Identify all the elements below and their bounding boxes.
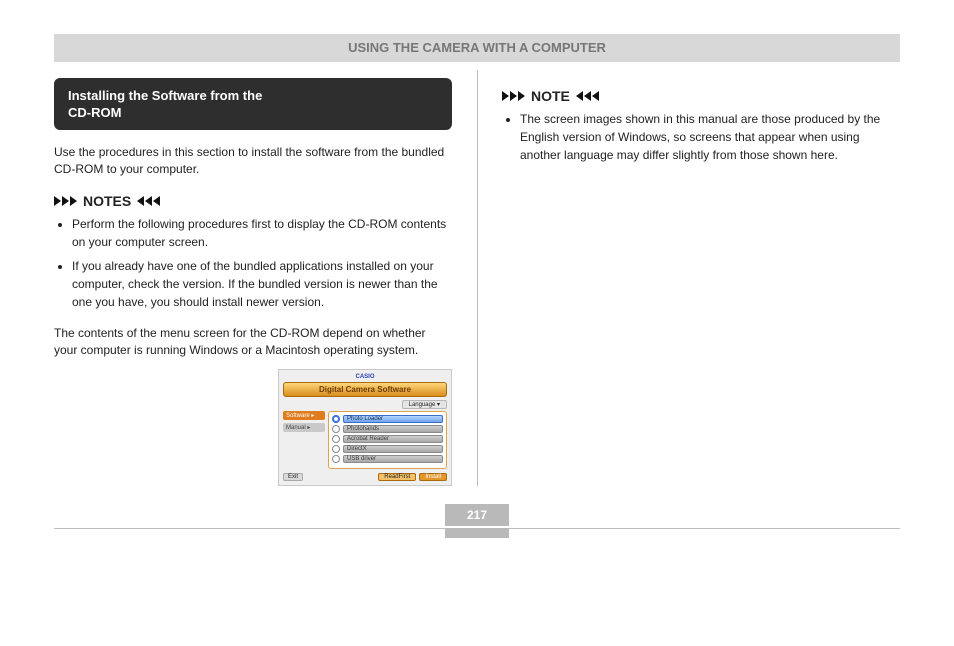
right-column: NOTE The screen images shown in this man… <box>502 62 900 486</box>
topic-title-line2: CD-ROM <box>68 105 438 122</box>
chevrons-left-icon <box>576 91 599 101</box>
list-item: USB driver <box>332 455 443 463</box>
exit-button: Exit <box>283 473 303 481</box>
radio-icon <box>332 415 340 423</box>
list-item-label: DirectX <box>343 445 443 453</box>
topic-title-box: Installing the Software from the CD-ROM <box>54 78 452 130</box>
sidebar-tab-manual: Manual ▸ <box>283 423 325 432</box>
installer-brand: CASIO <box>283 374 447 380</box>
notes-heading-label: NOTES <box>83 193 131 209</box>
list-item: Acrobat Reader <box>332 435 443 443</box>
list-item-label: Acrobat Reader <box>343 435 443 443</box>
sidebar-tab-software: Software ▸ <box>283 411 325 420</box>
radio-icon <box>332 425 340 433</box>
installer-window: CASIO Digital Camera Software Language ▾… <box>278 369 452 486</box>
list-item: DirectX <box>332 445 443 453</box>
list-item: Photo Loader <box>332 415 443 423</box>
installer-list: Photo Loader Photohands Acrobat Reader D… <box>328 411 447 469</box>
installer-sidebar: Software ▸ Manual ▸ <box>283 411 325 469</box>
installer-title: Digital Camera Software <box>283 382 447 397</box>
list-item: The screen images shown in this manual a… <box>520 110 900 164</box>
left-column: Installing the Software from the CD-ROM … <box>54 62 452 486</box>
readme-button: ReadFirst <box>378 473 416 481</box>
chevrons-right-icon <box>54 196 77 206</box>
notes-list: The screen images shown in this manual a… <box>520 110 900 164</box>
install-button: Install <box>419 473 447 481</box>
notes-heading-label: NOTE <box>531 88 570 104</box>
language-selector: Language ▾ <box>283 400 447 409</box>
installer-footer: Exit ReadFirst Install <box>283 473 447 481</box>
content-columns: Installing the Software from the CD-ROM … <box>54 62 900 486</box>
installer-body: Software ▸ Manual ▸ Photo Loader Photoha… <box>283 411 447 469</box>
installer-screenshot: CASIO Digital Camera Software Language ▾… <box>54 369 452 486</box>
sub-text: The contents of the menu screen for the … <box>54 325 452 360</box>
radio-icon <box>332 435 340 443</box>
chevrons-left-icon <box>137 196 160 206</box>
list-item: Perform the following procedures first t… <box>72 215 452 251</box>
radio-icon <box>332 445 340 453</box>
page-footer: 217 <box>54 504 900 538</box>
language-label: Language ▾ <box>402 400 447 409</box>
list-item: If you already have one of the bundled a… <box>72 257 452 311</box>
notes-heading: NOTES <box>54 193 452 209</box>
list-item-label: USB driver <box>343 455 443 463</box>
section-title: USING THE CAMERA WITH A COMPUTER <box>54 34 900 62</box>
section-bar: USING THE CAMERA WITH A COMPUTER <box>54 34 900 62</box>
list-item-label: Photo Loader <box>343 415 443 423</box>
lead-text: Use the procedures in this section to in… <box>54 144 452 179</box>
page-number-shadow <box>445 528 509 538</box>
topic-title-line1: Installing the Software from the <box>68 88 438 105</box>
list-item: Photohands <box>332 425 443 433</box>
notes-list: Perform the following procedures first t… <box>72 215 452 311</box>
radio-icon <box>332 455 340 463</box>
vertical-divider <box>477 70 478 486</box>
column-divider-gap <box>452 62 502 486</box>
chevrons-right-icon <box>502 91 525 101</box>
list-item-label: Photohands <box>343 425 443 433</box>
notes-heading: NOTE <box>502 88 900 104</box>
page-number: 217 <box>445 504 509 526</box>
